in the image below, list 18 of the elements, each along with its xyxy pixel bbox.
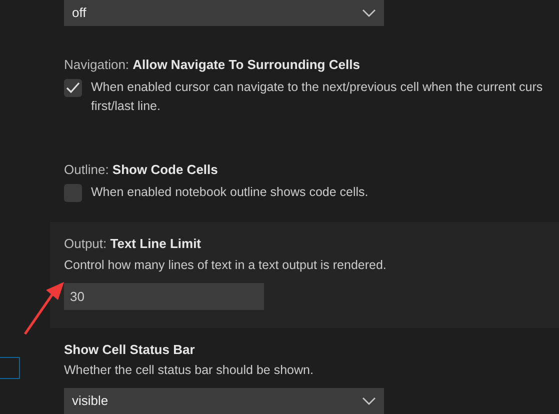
dropdown[interactable]: visible (64, 388, 384, 414)
setting-description: Control how many lines of text in a text output is rendered. (64, 257, 388, 274)
setting-description: Whether the cell status bar should be shown. (64, 362, 314, 379)
checkbox[interactable] (64, 79, 82, 97)
chevron-down-icon (362, 397, 376, 405)
focused-input-field[interactable] (0, 357, 20, 379)
setting-description: When enabled notebook outline shows code cells. (91, 184, 368, 201)
setting-description: When enabled cursor can navigate to the next/previous cell when the current curs first/last line. (91, 79, 543, 115)
setting-title: Navigation: Allow Navigate To Surrounding Cells (64, 56, 361, 74)
chevron-down-icon (362, 9, 376, 17)
setting-title: Outline: Show Code Cells (64, 161, 219, 179)
checkmark-icon (66, 82, 80, 94)
number-field[interactable]: 30 (64, 283, 264, 310)
annotation-arrow (22, 280, 66, 336)
setting-title: Output: Text Line Limit (64, 235, 202, 253)
setting-title: Show Cell Status Bar (64, 341, 196, 359)
checkbox[interactable] (64, 184, 82, 202)
dropdown[interactable]: off (64, 0, 384, 26)
